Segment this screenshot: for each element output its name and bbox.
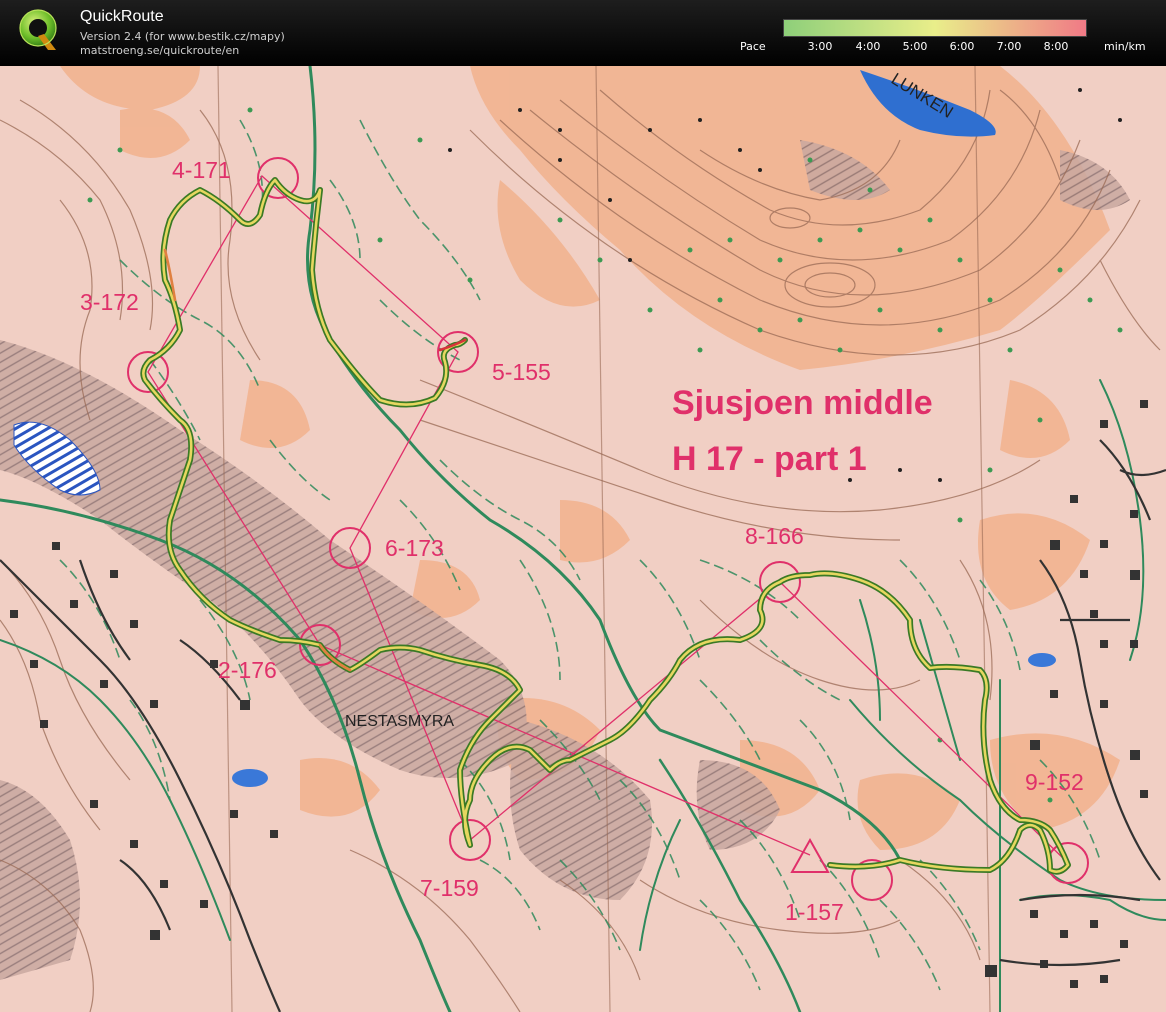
pace-tick-8: 8:00: [1043, 40, 1069, 53]
app-title: QuickRoute: [80, 8, 164, 25]
control-label-6: 6-173: [385, 535, 444, 561]
pace-legend-label: Pace: [740, 40, 766, 53]
pace-tick-6: 6:00: [949, 40, 975, 53]
map-title-line2: H 17 - part 1: [672, 440, 867, 478]
app-url: matstroeng.se/quickroute/en: [80, 44, 240, 57]
place-name-nestasmyra: NESTASMYRA: [345, 713, 454, 730]
quickroute-logo-icon: [19, 9, 57, 50]
pace-color-bar: [783, 19, 1087, 37]
control-label-9: 9-152: [1025, 769, 1084, 795]
pace-unit-label: min/km: [1104, 40, 1146, 53]
control-label-7: 7-159: [420, 875, 479, 901]
pace-tick-3: 3:00: [807, 40, 833, 53]
map-canvas[interactable]: Sjusjoen middle H 17 - part 1 LUNKEN NES…: [0, 66, 1166, 1012]
pace-tick-4: 4:00: [855, 40, 881, 53]
pace-tick-5: 5:00: [902, 40, 928, 53]
control-label-5: 5-155: [492, 359, 551, 385]
quickroute-window: QuickRoute Version 2.4 (for www.bestik.c…: [0, 0, 1166, 1012]
control-label-1: 1-157: [785, 899, 844, 925]
control-label-8: 8-166: [745, 523, 804, 549]
control-label-3: 3-172: [80, 289, 139, 315]
pace-tick-7: 7:00: [996, 40, 1022, 53]
orienteering-map[interactable]: Sjusjoen middle H 17 - part 1 LUNKEN NES…: [0, 66, 1166, 1012]
control-label-2: 2-176: [218, 657, 277, 683]
map-title-line1: Sjusjoen middle: [672, 384, 933, 422]
app-header: QuickRoute Version 2.4 (for www.bestik.c…: [0, 0, 1166, 66]
app-version: Version 2.4 (for www.bestik.cz/mapy): [80, 30, 285, 43]
control-label-4: 4-171: [172, 157, 231, 183]
